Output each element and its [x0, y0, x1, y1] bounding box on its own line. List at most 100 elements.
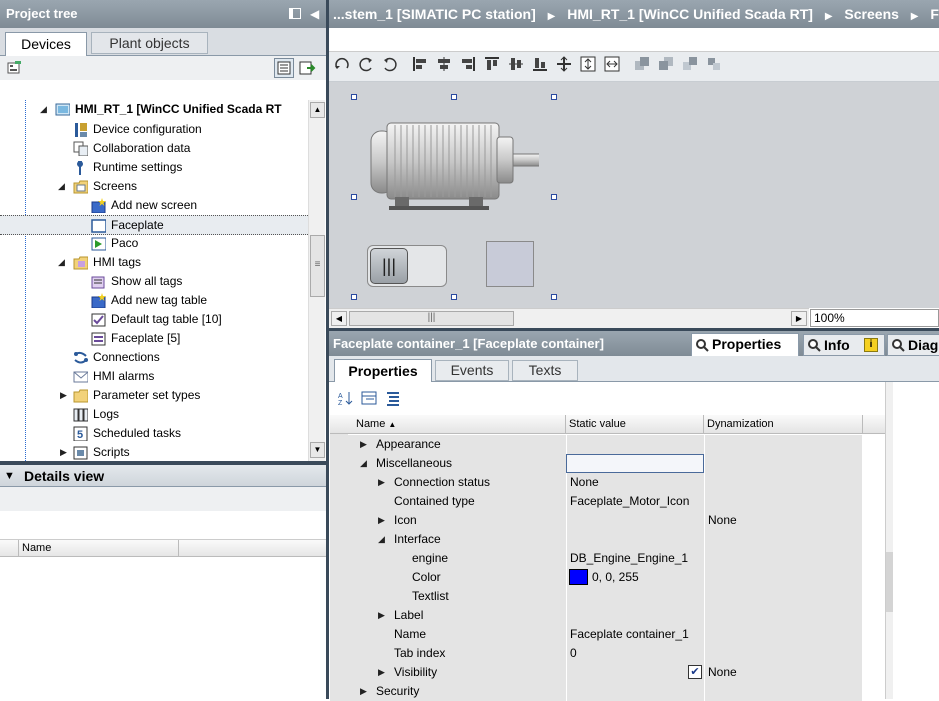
static-value-column-header[interactable]: Static value	[569, 415, 626, 434]
align-center-icon[interactable]	[436, 56, 452, 72]
collapse-arrow-icon[interactable]: ◢	[58, 177, 65, 196]
expand-arrow-icon[interactable]: ▶	[60, 386, 67, 405]
expand-arrow-icon[interactable]: ▶	[378, 606, 385, 625]
rotate-left-icon[interactable]	[358, 56, 374, 72]
bring-to-front-icon[interactable]	[682, 56, 698, 72]
categorized-view-icon[interactable]	[361, 390, 377, 406]
tree-item-logs[interactable]: Logs	[0, 405, 308, 424]
property-row-color[interactable]: Color 0, 0, 255	[330, 568, 862, 587]
expand-arrow-icon[interactable]: ▶	[360, 435, 367, 454]
color-value-cell[interactable]: 0, 0, 255	[566, 568, 704, 587]
distribute-icon[interactable]	[556, 56, 572, 72]
property-row-visibility[interactable]: ▶ Visibility ✔ None	[330, 663, 862, 682]
motor-toggle-switch[interactable]: |||	[367, 245, 447, 287]
name-column-header[interactable]: Name ▲	[356, 415, 396, 434]
tree-item-collaboration-data[interactable]: Collaboration data	[0, 139, 308, 158]
property-row-label[interactable]: ▶ Label	[330, 606, 862, 625]
tree-item-faceplate-screen[interactable]: Faceplate	[0, 215, 308, 235]
hscroll-thumb[interactable]: |||	[349, 311, 514, 326]
property-row-appearance[interactable]: ▶ Appearance	[330, 435, 862, 454]
scroll-up-icon[interactable]: ▲	[310, 102, 325, 118]
name-column-header[interactable]: Name	[22, 542, 51, 554]
collapse-arrow-icon[interactable]: ◢	[58, 253, 65, 272]
collapse-arrow-icon[interactable]: ◢	[40, 100, 47, 119]
align-left-icon[interactable]	[412, 56, 428, 72]
miscellaneous-static-cell[interactable]	[566, 454, 704, 473]
tree-item-default-tag-table[interactable]: Default tag table [10]	[0, 310, 308, 329]
tab-diagnostics-top[interactable]: Diagn	[887, 334, 939, 356]
collapse-left-icon[interactable]: ◀	[310, 0, 319, 28]
selection-handle[interactable]	[351, 94, 357, 100]
send-backward-icon[interactable]	[658, 56, 674, 72]
screen-canvas[interactable]: |||	[329, 82, 939, 308]
rotate-right-icon[interactable]	[382, 56, 398, 72]
property-row-contained-type[interactable]: Contained type Faceplate_Motor_Icon	[330, 492, 862, 511]
selection-handle[interactable]	[451, 94, 457, 100]
tree-item-scripts[interactable]: ▶ Scripts	[0, 443, 308, 461]
tree-item-show-all-tags[interactable]: Show all tags	[0, 272, 308, 291]
tree-item-screens[interactable]: ◢ Screens	[0, 177, 308, 196]
property-row-tab-index[interactable]: Tab index 0	[330, 644, 862, 663]
tree-item-add-new-tag-table[interactable]: Add new tag table	[0, 291, 308, 310]
tab-plant-objects[interactable]: Plant objects	[91, 32, 208, 54]
selection-handle[interactable]	[551, 94, 557, 100]
inspector-scroll-thumb[interactable]	[886, 552, 893, 612]
expand-arrow-icon[interactable]: ▶	[378, 663, 385, 682]
expand-arrow-icon[interactable]: ▶	[60, 443, 67, 461]
selection-handle[interactable]	[551, 294, 557, 300]
visibility-checkbox[interactable]: ✔	[688, 665, 702, 679]
tab-texts[interactable]: Texts	[512, 360, 578, 381]
tree-item-hmi-tags[interactable]: ◢ HMI tags	[0, 253, 308, 272]
collapse-arrow-icon[interactable]: ◢	[378, 530, 385, 549]
tree-item-device-configuration[interactable]: Device configuration	[0, 120, 308, 139]
project-tree-scrollbar[interactable]: ▲ ≡ ▼	[308, 100, 325, 461]
tab-events[interactable]: Events	[435, 360, 509, 381]
export-icon[interactable]	[298, 59, 316, 77]
scroll-left-icon[interactable]: ◀	[331, 311, 347, 326]
tree-item-scheduled-tasks[interactable]: 5 Scheduled tasks	[0, 424, 308, 443]
tree-item-runtime-settings[interactable]: Runtime settings	[0, 158, 308, 177]
align-right-icon[interactable]	[460, 56, 476, 72]
device-view-icon[interactable]	[7, 60, 23, 76]
expand-arrow-icon[interactable]: ▶	[378, 511, 385, 530]
expand-arrow-icon[interactable]: ▶	[360, 682, 367, 701]
property-row-name[interactable]: Name Faceplate container_1	[330, 625, 862, 644]
tree-item-paco[interactable]: Paco	[0, 234, 308, 253]
tab-properties[interactable]: Properties	[334, 359, 432, 383]
dynamization-column-header[interactable]: Dynamization	[707, 415, 774, 434]
breadcrumb-item-station[interactable]: ...stem_1 [SIMATIC PC station]	[333, 6, 536, 22]
property-row-textlist[interactable]: Textlist	[330, 587, 862, 606]
rotate-icon[interactable]	[334, 56, 350, 72]
breadcrumb-item-faceplate[interactable]: Face	[930, 6, 939, 22]
selection-handle[interactable]	[551, 194, 557, 200]
property-row-engine[interactable]: engine DB_Engine_Engine_1	[330, 549, 862, 568]
color-swatch[interactable]	[569, 569, 588, 585]
tree-item-hmi-rt[interactable]: ◢ HMI_RT_1 [WinCC Unified Scada RT	[0, 100, 308, 119]
property-row-connection-status[interactable]: ▶ Connection status None	[330, 473, 862, 492]
scroll-down-icon[interactable]: ▼	[310, 442, 325, 458]
property-row-miscellaneous[interactable]: ◢ Miscellaneous	[330, 454, 862, 473]
align-bottom-icon[interactable]	[532, 56, 548, 72]
collapse-arrow-icon[interactable]: ◢	[360, 454, 367, 473]
panel-layout-icon[interactable]	[289, 8, 301, 19]
sort-alphabetical-icon[interactable]: AZ	[338, 390, 354, 406]
selection-handle[interactable]	[351, 294, 357, 300]
inspector-scrollbar[interactable]	[885, 382, 893, 699]
detail-view-toggle-icon[interactable]	[274, 58, 294, 78]
selection-handle[interactable]	[451, 294, 457, 300]
tree-item-connections[interactable]: Connections	[0, 348, 308, 367]
selection-handle[interactable]	[351, 194, 357, 200]
breadcrumb-item-screens[interactable]: Screens	[844, 6, 898, 22]
chevron-down-icon[interactable]: ▼	[4, 465, 15, 487]
tab-properties-top[interactable]: Properties	[691, 333, 799, 356]
align-top-icon[interactable]	[484, 56, 500, 72]
list-view-icon[interactable]	[385, 390, 401, 406]
tree-item-parameter-set-types[interactable]: ▶ Parameter set types	[0, 386, 308, 405]
same-height-icon[interactable]	[580, 56, 596, 72]
tree-item-add-new-screen[interactable]: Add new screen	[0, 196, 308, 215]
scroll-thumb[interactable]: ≡	[310, 235, 325, 297]
align-middle-icon[interactable]	[508, 56, 524, 72]
send-to-back-icon[interactable]	[706, 56, 722, 72]
property-row-icon[interactable]: ▶ Icon None	[330, 511, 862, 530]
tab-devices[interactable]: Devices	[5, 32, 87, 57]
